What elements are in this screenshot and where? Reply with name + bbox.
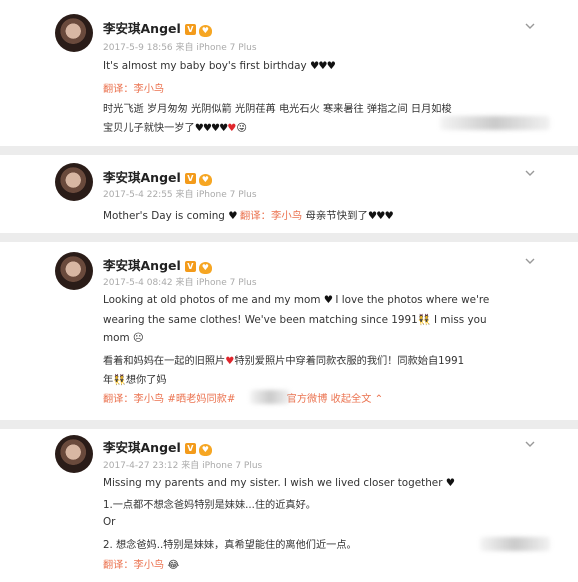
- two-women-emoji-icon: 👯: [113, 375, 126, 386]
- post-text: Missing my parents and my sister. I wish…: [103, 477, 455, 489]
- translation-credit[interactable]: 翻译：李小鸟: [103, 80, 164, 95]
- black-heart-icon: ♥: [228, 210, 237, 222]
- post-card: 李安琪Angel V ♥ 2017-5-4 08:42 来自 iPhone 7 Pl…: [0, 242, 578, 420]
- avatar[interactable]: [55, 435, 93, 473]
- black-heart-icon: ♥: [323, 294, 333, 306]
- vip-badge-icon: ♥: [198, 174, 212, 186]
- separator: [0, 420, 578, 429]
- verified-icon: V: [184, 173, 196, 184]
- post-text-cn: 1.一点都不想念爸妈特别是妹妹...住的近真好。: [103, 500, 316, 511]
- post-meta[interactable]: 2017-5-4 22:55 来自 iPhone 7 Plus: [103, 187, 257, 200]
- laugh-emoji-icon: 😂: [167, 560, 180, 571]
- avatar[interactable]: [55, 14, 93, 52]
- blurred-watermark: [250, 390, 290, 404]
- translation-credit[interactable]: 翻译：李小鸟: [240, 210, 302, 222]
- red-heart-icon: ♥: [227, 123, 237, 134]
- blurred-watermark: [480, 537, 550, 551]
- smile-emoji-icon: 😜: [236, 123, 247, 134]
- vip-badge-icon: ♥: [198, 262, 212, 274]
- post-text-cn: 宝贝儿子就快一岁了♥♥♥♥♥😜: [103, 123, 247, 134]
- post-text: Looking at old photos of me and my mom ♥…: [103, 294, 490, 306]
- post-card: 李安琪Angel V ♥ 2017-5-9 18:56 来自 iPhone 7 Pl…: [0, 0, 578, 146]
- separator: [0, 146, 578, 155]
- post-footer-links: 翻译：李小鸟 😂: [103, 556, 179, 571]
- collapse-text-link[interactable]: 收起全文: [331, 394, 372, 405]
- black-heart-icon: ♥♥♥: [367, 210, 394, 222]
- avatar[interactable]: [55, 163, 93, 201]
- official-weibo-link[interactable]: 官方微博: [287, 394, 328, 405]
- black-heart-icon: ♥: [445, 477, 455, 489]
- post-meta[interactable]: 2017-5-9 18:56 来自 iPhone 7 Plus: [103, 40, 257, 53]
- two-women-emoji-icon: 👯: [417, 314, 431, 326]
- post-text: wearing the same clothes! We've been mat…: [103, 314, 487, 326]
- username[interactable]: 李安琪Angel V ♥: [103, 18, 212, 37]
- post-text-cn: 年👯想你了妈: [103, 375, 167, 386]
- chevron-down-icon[interactable]: [524, 167, 536, 179]
- verified-icon: V: [184, 261, 196, 272]
- post-meta[interactable]: 2017-5-4 08:42 来自 iPhone 7 Plus: [103, 275, 257, 288]
- avatar[interactable]: [55, 252, 93, 290]
- post-text-cn: 2. 想念爸妈..特别是妹妹，真希望能住的离他们近一点。: [103, 540, 357, 551]
- black-heart-icon: ♥♥♥♥: [194, 123, 229, 134]
- translation-credit[interactable]: 翻译：李小鸟: [103, 394, 164, 405]
- post-text: Mother's Day is coming ♥ 翻译：李小鸟 母亲节快到了♥♥…: [103, 210, 394, 222]
- post-text: Or: [103, 516, 116, 528]
- post-text: It's almost my baby boy's first birthday…: [103, 60, 336, 72]
- black-heart-icon: ♥♥♥: [309, 60, 336, 72]
- sad-emoji-icon: ☹: [132, 332, 144, 344]
- vip-badge-icon: ♥: [198, 25, 212, 37]
- vip-badge-icon: ♥: [198, 444, 212, 456]
- username[interactable]: 李安琪Angel V ♥: [103, 437, 212, 456]
- chevron-up-icon[interactable]: ⌃: [375, 394, 384, 405]
- post-text-cn: 时光飞逝 岁月匆匆 光阴似箭 光阴荏苒 电光石火 寒来暑往 弹指之间 日月如梭: [103, 104, 452, 115]
- post-card: 李安琪Angel V ♥ 2017-5-4 22:55 来自 iPhone 7 Pl…: [0, 155, 578, 233]
- blurred-watermark: [440, 116, 550, 130]
- post-text: mom ☹: [103, 332, 144, 344]
- hashtag-link[interactable]: #晒老妈同款#: [167, 394, 235, 405]
- username[interactable]: 李安琪Angel V ♥: [103, 167, 212, 186]
- post-text-cn: 看着和妈妈在一起的旧照片♥特别爱照片中穿着同款衣服的我们！同款始自1991: [103, 356, 465, 367]
- separator: [0, 233, 578, 242]
- post-meta[interactable]: 2017-4-27 23:12 来自 iPhone 7 Plus: [103, 458, 262, 471]
- verified-icon: V: [184, 443, 196, 454]
- username[interactable]: 李安琪Angel V ♥: [103, 255, 212, 274]
- chevron-down-icon[interactable]: [524, 255, 536, 267]
- weibo-feed: 李安琪Angel V ♥ 2017-5-9 18:56 来自 iPhone 7 Pl…: [0, 0, 578, 582]
- post-footer-links: 翻译：李小鸟 #晒老妈同款# 官方微博 收起全文 ⌃: [103, 390, 383, 405]
- translation-credit[interactable]: 翻译：李小鸟: [103, 560, 164, 571]
- chevron-down-icon[interactable]: [524, 438, 536, 450]
- post-card: 李安琪Angel V ♥ 2017-4-27 23:12 来自 iPhone 7 P…: [0, 429, 578, 582]
- verified-icon: V: [184, 24, 196, 35]
- chevron-down-icon[interactable]: [524, 20, 536, 32]
